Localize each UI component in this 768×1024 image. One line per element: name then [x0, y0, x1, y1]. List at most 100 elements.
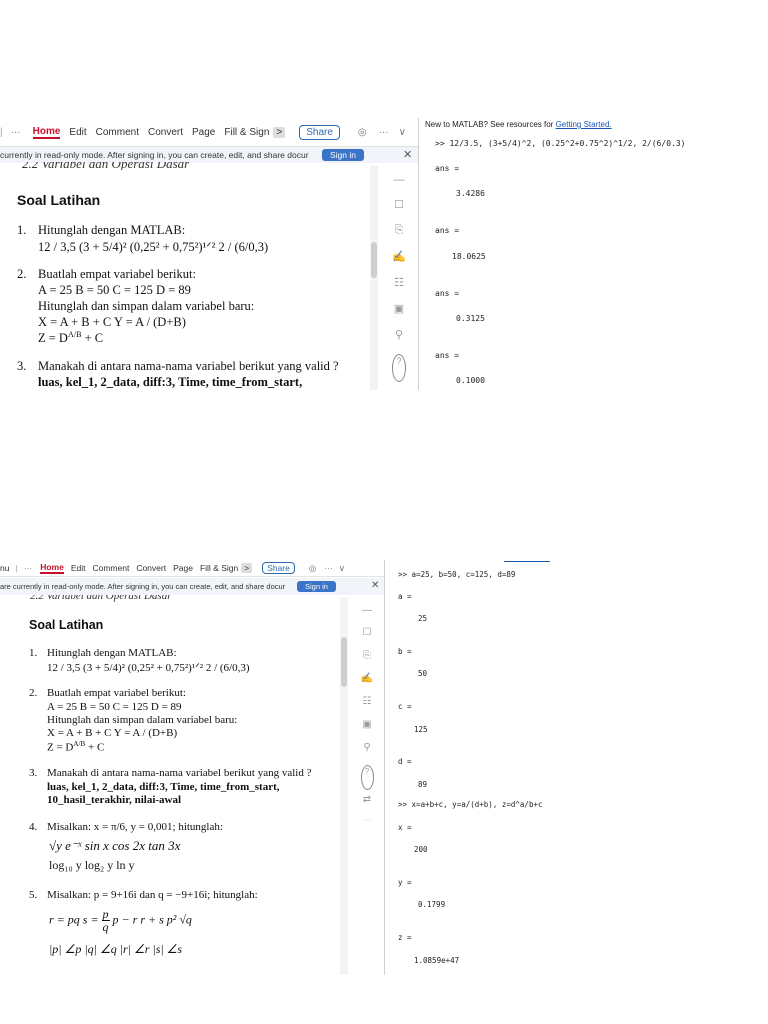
compress-icon[interactable]: ▣ — [394, 302, 404, 328]
command-line: >> x=a+b+c, y=a/(d+b), z=d^a/b+c — [398, 800, 543, 809]
tab-comment[interactable]: Comment — [92, 563, 129, 573]
tab-home[interactable]: Home — [40, 562, 64, 574]
toolbar-dots[interactable]: ··· — [24, 563, 33, 573]
tab-convert[interactable]: Convert — [136, 563, 166, 573]
close-icon[interactable]: ✕ — [403, 148, 412, 161]
notice-text: currently in read-only mode. After signi… — [0, 150, 309, 160]
pdf-toolbar: nu | ··· Home Edit Comment Convert Page … — [0, 560, 384, 577]
search-icon[interactable]: ⚲ — [395, 328, 403, 354]
chevron-down-icon[interactable]: ∨ — [399, 127, 406, 138]
minus-icon[interactable]: — — [394, 174, 405, 198]
matlab-command-window[interactable]: >> a=25, b=50, c=125, d=89 a = 25 b = 50… — [386, 560, 768, 975]
page-title: Soal Latihan — [29, 618, 104, 632]
pane-divider — [418, 118, 419, 390]
organize-icon[interactable]: ☷ — [394, 276, 404, 302]
close-icon[interactable]: ✕ — [371, 580, 379, 591]
q5-text: Misalkan: p = 9+16i dan q = −9+16i; hitu… — [47, 889, 258, 901]
pdf-scrollbar[interactable] — [340, 597, 348, 975]
sign-icon[interactable]: ✍ — [392, 250, 406, 276]
export-icon[interactable]: ⎘ — [395, 224, 404, 250]
ai-assistant-icon[interactable]: ◎ — [309, 563, 316, 574]
var-value: 25 — [418, 614, 428, 623]
q2-expr2-exponent: A/B — [73, 740, 86, 748]
q1-text: Hitunglah dengan MATLAB: — [47, 647, 177, 659]
pdf-viewer-pane: nu | ··· Home Edit Comment Convert Page … — [0, 560, 384, 975]
edit-icon[interactable]: ☐ — [363, 627, 372, 650]
q3-number: 3. — [29, 767, 38, 779]
getting-started-link[interactable]: Getting Started. — [556, 120, 612, 129]
more-tools-icon[interactable]: ··· — [364, 817, 371, 837]
var-value: 89 — [418, 780, 428, 789]
right-tool-rail: — ☐ ⎘ ✍ ☷ ▣ ⚲ ? ⇄ ··· — [355, 605, 379, 837]
edit-icon[interactable]: ☐ — [394, 198, 404, 224]
tab-edit[interactable]: Edit — [71, 563, 86, 573]
q5-row2: |p| ∠p |q| ∠q |r| ∠r |s| ∠s — [49, 942, 183, 956]
result-value: 0.1799 — [418, 900, 446, 909]
chevron-right-icon[interactable]: > — [241, 563, 253, 573]
share-button[interactable]: Share — [262, 562, 295, 574]
toolbar-dots[interactable]: ··· — [11, 127, 21, 138]
search-icon[interactable]: ⚲ — [363, 742, 370, 765]
export-icon[interactable]: ⎘ — [363, 650, 371, 673]
result-label: z = — [398, 933, 412, 942]
q2-text: Buatlah empat variabel berikut: — [47, 687, 186, 699]
fraction-denominator: q — [102, 920, 109, 934]
minus-icon[interactable]: — — [362, 605, 372, 627]
more-icon[interactable]: ··· — [324, 563, 333, 573]
toolbar-divider: | — [0, 126, 3, 138]
compress-icon[interactable]: ▣ — [362, 719, 371, 742]
q3-list: luas, kel_1, 2_data, diff:3, Time, time_… — [47, 781, 280, 793]
right-tool-rail: — ☐ ⎘ ✍ ☷ ▣ ⚲ ? — [386, 174, 412, 382]
ai-assistant-icon[interactable]: ◎ — [358, 127, 367, 138]
chevron-right-icon[interactable]: > — [273, 126, 286, 138]
output-label: ans = — [435, 351, 460, 360]
pdf-scrollbar-thumb[interactable] — [341, 637, 347, 687]
help-icon[interactable]: ? — [392, 354, 406, 382]
help-icon[interactable]: ? — [360, 765, 374, 790]
sign-icon[interactable]: ✍ — [361, 673, 373, 696]
result-label: y = — [398, 878, 412, 887]
q3-text: Manakah di antara nama-nama variabel ber… — [38, 359, 339, 373]
chevron-down-icon[interactable]: ∨ — [339, 563, 345, 574]
more-icon[interactable]: ··· — [379, 127, 389, 138]
output-label: ans = — [435, 164, 460, 173]
compare-icon[interactable]: ⇄ — [363, 794, 371, 817]
q5-fraction: pq — [101, 908, 110, 934]
pdf-scrollbar[interactable] — [370, 166, 378, 390]
q2-number: 2. — [17, 267, 27, 281]
sign-in-button[interactable]: Sign in — [322, 149, 364, 161]
q4-row2: log₁₀ y log₂ y ln y — [49, 858, 135, 872]
q2-text2: Hitunglah dan simpan dalam variabel baru… — [38, 299, 255, 313]
sign-in-button[interactable]: Sign in — [297, 581, 336, 592]
var-value: 125 — [414, 725, 428, 734]
tab-comment[interactable]: Comment — [96, 127, 139, 138]
q2-expr2-tail: + C — [81, 331, 104, 346]
command-line: >> a=25, b=50, c=125, d=89 — [398, 570, 516, 579]
tab-page[interactable]: Page — [173, 563, 193, 573]
q1-number: 1. — [29, 647, 38, 659]
result-label: x = — [398, 823, 412, 832]
tab-home[interactable]: Home — [32, 126, 61, 139]
q4-text: Misalkan: x = π/6, y = 0,001; hitunglah: — [47, 821, 223, 833]
top-screenshot: | ··· Home Edit Comment Convert Page Fil… — [0, 118, 768, 390]
tab-page[interactable]: Page — [192, 127, 215, 138]
read-only-notice: are currently in read-only mode. After s… — [0, 578, 384, 595]
matlab-command-window[interactable]: New to MATLAB? See resources for Getting… — [420, 118, 768, 390]
tab-convert[interactable]: Convert — [148, 127, 183, 138]
q2-expr1: X = A + B + C Y = A / (D+B) — [38, 315, 186, 329]
output-value: 18.0625 — [452, 252, 486, 261]
pane-divider — [384, 560, 385, 975]
tab-fill-sign[interactable]: Fill & Sign — [200, 563, 238, 573]
tab-fill-sign[interactable]: Fill & Sign — [224, 127, 269, 138]
pdf-scrollbar-thumb[interactable] — [371, 242, 377, 278]
share-button[interactable]: Share — [299, 124, 340, 140]
tab-edit[interactable]: Edit — [69, 127, 86, 138]
organize-icon[interactable]: ☷ — [363, 696, 372, 719]
document-page: Soal Latihan 1. Hitunglah dengan MATLAB:… — [0, 170, 370, 390]
output-label: ans = — [435, 289, 460, 298]
command-line: >> 12/3.5, (3+5/4)^2, (0.25^2+0.75^2)^1/… — [435, 139, 686, 148]
q2-text: Buatlah empat variabel berikut: — [38, 267, 196, 281]
q5-row1-start: r = pq s = — [49, 912, 99, 927]
toolbar-menu-cut[interactable]: nu — [0, 563, 9, 573]
q2-expr2-base: Z = D — [38, 331, 68, 346]
